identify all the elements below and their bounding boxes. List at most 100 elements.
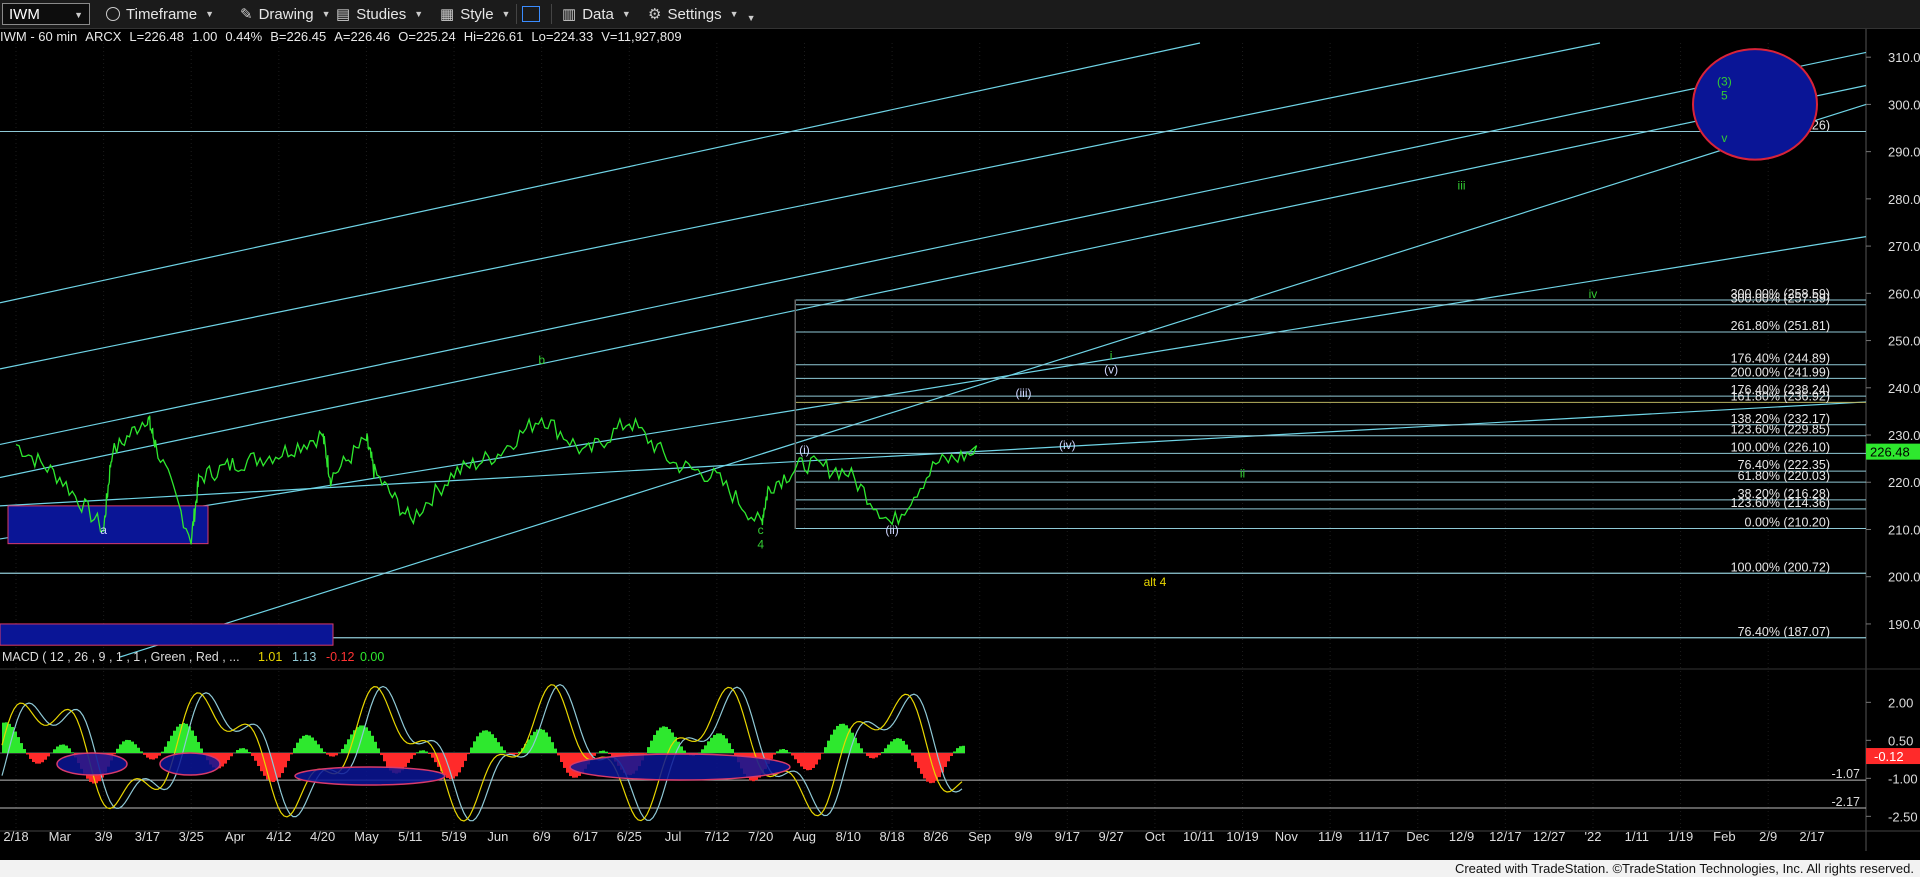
wave-label: (i): [799, 443, 810, 457]
layout-button[interactable]: [522, 4, 540, 24]
macd-histogram-bar: [326, 753, 329, 755]
date-tick-label: 2/18: [3, 829, 28, 844]
macd-histogram-bar: [236, 750, 239, 753]
date-tick-label: 12/17: [1489, 829, 1522, 844]
macd-histogram-bar: [371, 735, 374, 753]
macd-histogram-bar: [893, 739, 896, 753]
wave-label: 4: [757, 537, 764, 551]
symbol-selector[interactable]: IWM ▼: [2, 3, 90, 25]
macd-histogram-bar: [551, 742, 554, 753]
macd-histogram-bar: [242, 748, 245, 753]
trend-line: [0, 42, 1601, 370]
trend-line: [0, 51, 1867, 446]
macd-histogram-bar: [890, 741, 893, 753]
wave-label: (iii): [1016, 386, 1032, 400]
date-tick-label: 1/19: [1668, 829, 1693, 844]
macd-histogram-bar: [200, 748, 203, 753]
macd-histogram-bar: [131, 741, 134, 753]
price-tick-label: 230.00: [1888, 428, 1920, 443]
macd-histogram-bar: [119, 744, 122, 753]
timeframe-menu[interactable]: Timeframe ▼: [106, 4, 214, 24]
data-label: Data: [582, 5, 614, 23]
macd-histogram-bar: [122, 741, 125, 753]
macd-value: -0.12: [326, 650, 355, 664]
macd-histogram-bar: [884, 748, 887, 753]
macd-histogram-bar: [887, 744, 890, 753]
macd-histogram-bar: [830, 734, 833, 753]
macd-histogram-bar: [803, 753, 806, 770]
macd-histogram-bar: [794, 753, 797, 760]
macd-histogram-bar: [497, 742, 500, 753]
macd-histogram-bar: [290, 753, 293, 755]
macd-histogram-bar: [719, 733, 722, 753]
macd-histogram-bar: [365, 727, 368, 753]
macd-histogram-bar: [140, 751, 143, 753]
macd-last-label: -0.12: [1874, 749, 1904, 764]
macd-histogram-bar: [38, 753, 41, 764]
macd-histogram-bar: [779, 749, 782, 753]
macd-histogram-bar: [962, 745, 965, 753]
macd-histogram-bar: [644, 753, 647, 754]
macd-histogram-bar: [164, 746, 167, 753]
wave-label: iv: [1589, 287, 1598, 301]
macd-histogram-bar: [809, 753, 812, 770]
timeframe-label: Timeframe: [126, 5, 198, 23]
date-tick-label: Jun: [487, 829, 508, 844]
macd-histogram-bar: [557, 753, 560, 756]
macd-histogram-bar: [419, 750, 422, 753]
macd-histogram-bar: [113, 753, 116, 755]
studies-menu[interactable]: ▤ Studies ▼: [336, 4, 423, 24]
date-tick-label: May: [354, 829, 379, 844]
settings-label: Settings: [667, 5, 722, 23]
macd-histogram-bar: [839, 723, 842, 753]
macd-histogram-bar: [782, 748, 785, 753]
style-icon: ▦: [440, 6, 455, 23]
chart-canvas[interactable]: 190.00 200.00 210.00 220.00 230.00 240.00 250.…: [0, 29, 1920, 860]
macd-histogram-bar: [860, 748, 863, 753]
macd-histogram-bar: [710, 737, 713, 753]
macd-histogram-bar: [296, 742, 299, 753]
macd-histogram-bar: [662, 726, 665, 753]
macd-histogram-bar: [608, 753, 611, 755]
macd-value: 1.01: [258, 650, 282, 664]
chevron-down-icon: ▼: [414, 9, 424, 19]
macd-histogram-bar: [29, 753, 32, 759]
fib-level-label: 100.00% (226.10): [1731, 440, 1830, 454]
macd-histogram-bar: [293, 748, 296, 753]
date-tick-label: 6/9: [533, 829, 551, 844]
macd-histogram-bar: [707, 741, 710, 753]
macd-histogram-bar: [950, 753, 953, 756]
wave-label: (v): [1104, 363, 1118, 377]
wave-label: c: [758, 523, 764, 537]
status-line: IWM - 60 min ARCX L=226.48 1.00 0.44% B=226.4…: [0, 29, 690, 47]
data-menu[interactable]: ▥ Data ▼: [562, 4, 631, 24]
macd-histogram-bar: [704, 745, 707, 753]
macd-histogram-bar: [53, 749, 56, 753]
wave-label: a: [100, 523, 107, 537]
macd-histogram-bar: [713, 734, 716, 753]
macd-histogram-bar: [731, 749, 734, 753]
style-menu[interactable]: ▦ Style ▼: [440, 4, 510, 24]
price-tick-label: 260.00: [1888, 286, 1920, 301]
wave-label: (iv): [1059, 438, 1076, 452]
drawing-menu[interactable]: ✎ Drawing ▼: [240, 4, 331, 24]
macd-histogram-bar: [284, 753, 287, 768]
date-tick-label: 3/17: [135, 829, 160, 844]
macd-histogram-bar: [464, 753, 467, 761]
macd-histogram-bar: [302, 735, 305, 753]
macd-histogram-bar: [137, 747, 140, 753]
macd-histogram-bar: [278, 753, 281, 778]
macd-histogram-bar: [827, 740, 830, 753]
macd-histogram-bar: [560, 753, 563, 762]
settings-menu[interactable]: ⚙ Settings ▼ ▼: [648, 4, 756, 24]
macd-histogram-bar: [128, 740, 131, 753]
fib-level-label: 76.40% (187.07): [1738, 625, 1830, 639]
status-pct: 0.44%: [225, 29, 263, 44]
macd-histogram-bar: [461, 753, 464, 768]
macd-histogram-bar: [914, 753, 917, 762]
macd-histogram-bar: [542, 729, 545, 753]
date-tick-label: 6/17: [573, 829, 598, 844]
chevron-down-icon: ▼: [74, 10, 83, 20]
macd-histogram-bar: [854, 737, 857, 753]
macd-histogram-bar: [167, 741, 170, 753]
